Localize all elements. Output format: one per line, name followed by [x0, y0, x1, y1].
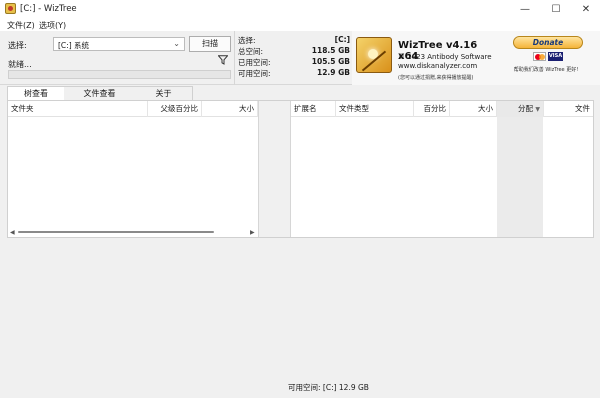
tab-about[interactable]: 关于 [135, 86, 193, 100]
tab-file-view[interactable]: 文件查看 [64, 86, 136, 100]
brand-panel: WizTree v4.16 x64 © 2023 Antibody Softwa… [352, 31, 492, 85]
drive-select-value: [C:] 系统 [58, 41, 89, 50]
drive-select[interactable]: [C:] 系统 ⌄ [53, 37, 185, 51]
panel-splitter[interactable] [258, 101, 291, 237]
tab-tree-view[interactable]: 树查看 [7, 86, 65, 100]
menu-bar: 文件(Z) 选项(Y) [0, 18, 600, 31]
col-extension[interactable]: 扩展名 [291, 101, 336, 117]
scrollbar-thumb[interactable] [18, 231, 214, 233]
file-type-list[interactable] [291, 117, 593, 237]
donate-panel: Donate VISA 帮助我们改善 WizTree 更好! [492, 31, 600, 85]
brand-url-link[interactable]: www.diskanalyzer.com [398, 62, 477, 70]
menu-options[interactable]: 选项(Y) [39, 20, 66, 31]
col-percent[interactable]: 百分比 [414, 101, 450, 117]
status-bar: 可用空间: [C:] 12.9 GB [0, 379, 600, 398]
menu-file[interactable]: 文件(Z) [7, 20, 35, 31]
drive-stats: 选择: [C:] 总空间: 118.5 GB 已用空间: 105.5 GB 可用… [234, 31, 352, 85]
close-button[interactable]: ✕ [571, 0, 600, 18]
column-headers: 文件夹 父级百分比 大小 分 扩展名 文件类型 百分比 大小 分配 ▼ 文件 [8, 101, 593, 117]
col-allocated-label: 分配 [517, 104, 533, 113]
mastercard-icon [533, 52, 546, 61]
window-title: [C:] - WizTree [20, 4, 77, 14]
col-size[interactable]: 大小 [202, 101, 258, 117]
view-tabs: 树查看 文件查看 关于 [0, 86, 600, 100]
stat-free: 可用空间: 12.9 GB [238, 68, 350, 78]
col-file-type[interactable]: 文件类型 [336, 101, 414, 117]
brand-note: (您可以通过捐赠,来获得播放提醒) [398, 75, 474, 81]
col-folder[interactable]: 文件夹 [8, 101, 148, 117]
scan-progress-bar [8, 70, 231, 79]
chevron-down-icon: ⌄ [173, 39, 180, 48]
minimize-button[interactable]: — [510, 0, 540, 18]
visa-icon: VISA [548, 52, 563, 61]
title-bar: [C:] - WizTree — ☐ ✕ [0, 0, 600, 18]
brand-copyright: © 2023 Antibody Software [398, 53, 492, 61]
status-free-space: 可用空间: [C:] 12.9 GB [288, 383, 369, 392]
horizontal-scrollbar[interactable]: ◀ ▶ [8, 226, 258, 237]
stat-used: 已用空间: 105.5 GB [238, 57, 350, 67]
folder-tree-list[interactable] [8, 117, 258, 226]
stat-selected: 选择: [C:] [238, 35, 350, 45]
scroll-left-icon[interactable]: ◀ [10, 229, 15, 236]
wiztree-app-icon [5, 3, 16, 14]
filter-icon[interactable] [218, 55, 228, 65]
col-allocated[interactable]: 分配 ▼ [497, 101, 544, 117]
select-label: 选择: [8, 41, 27, 50]
treemap-area[interactable] [0, 239, 600, 379]
col-parent-percent[interactable]: 父级百分比 [148, 101, 202, 117]
wiztree-logo-icon [356, 37, 392, 73]
stat-total: 总空间: 118.5 GB [238, 46, 350, 56]
allocated-column-shade [497, 117, 543, 237]
scan-status: 就绪... [8, 60, 32, 69]
donate-button[interactable]: Donate [513, 36, 583, 49]
sort-desc-icon: ▼ [535, 106, 540, 113]
maximize-button[interactable]: ☐ [541, 0, 571, 18]
scan-button[interactable]: 扫描 [189, 36, 231, 52]
donate-note: 帮助我们改善 WizTree 更好! [513, 67, 579, 73]
scroll-right-icon[interactable]: ▶ [250, 229, 255, 236]
col-files[interactable]: 文件 [544, 101, 593, 117]
payment-cards: VISA [533, 52, 563, 61]
col-size-right[interactable]: 大小 [450, 101, 497, 117]
tree-view-panel: 文件夹 父级百分比 大小 分 扩展名 文件类型 百分比 大小 分配 ▼ 文件 ◀… [7, 100, 594, 238]
